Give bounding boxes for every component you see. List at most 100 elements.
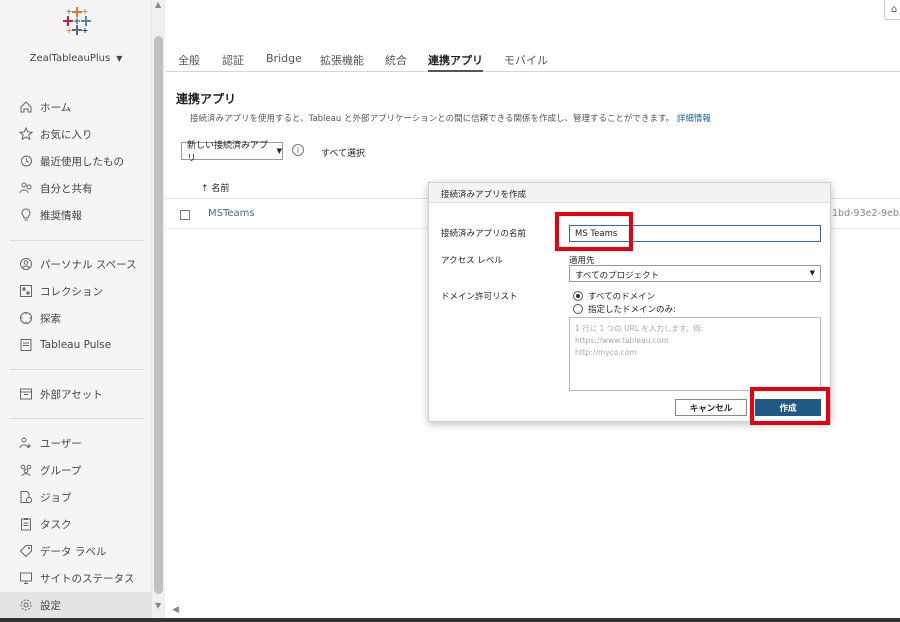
jobs-icon [18, 489, 34, 505]
scrollbar-thumb[interactable] [154, 36, 163, 594]
sidebar-item-label: ホーム [40, 101, 72, 114]
sidebar-item-site-status[interactable]: サイトのステータス [0, 565, 152, 591]
history-icon [18, 153, 34, 169]
window-bottom-edge [0, 618, 900, 622]
row-checkbox[interactable] [180, 210, 190, 220]
radio-specific-domains[interactable] [573, 304, 583, 314]
sidebar-item-groups[interactable]: グループ [0, 457, 152, 483]
scroll-down-icon[interactable]: ▼ [155, 601, 161, 610]
sidebar-item-label: Tableau Pulse [40, 339, 112, 351]
tableau-logo-icon[interactable] [62, 6, 92, 36]
domain-allowlist-label: ドメイン許可リスト [441, 292, 518, 302]
sidebar-item-label: 探索 [40, 312, 61, 325]
person-icon [18, 256, 34, 272]
dialog-title: 接続済みアプリを作成 [429, 183, 830, 203]
lightbulb-icon [18, 207, 34, 223]
settings-tabs: 全般 認証 Bridge 拡張機能 統合 連携アプリ モバイル [166, 52, 900, 72]
sidebar-divider [10, 369, 144, 370]
sidebar-item-settings[interactable]: 設定 [0, 592, 152, 618]
sidebar-item-explore[interactable]: 探索 [0, 305, 152, 331]
database-icon [18, 386, 34, 402]
users-icon [18, 435, 34, 451]
tab-integrations[interactable]: 統合 [385, 52, 407, 72]
sidebar-item-users[interactable]: ユーザー [0, 430, 152, 456]
shared-users-icon [18, 180, 34, 196]
sidebar-item-home[interactable]: ホーム [0, 94, 152, 120]
applies-to-value: すべてのプロジェクト [575, 271, 660, 281]
chevron-down-icon: ▼ [276, 147, 282, 155]
chevron-down-icon: ▼ [809, 269, 815, 277]
scroll-left-icon[interactable]: ◀ [172, 605, 179, 615]
sidebar: ZealTableauPlus ▼ ホーム お気に入り 最近使用したもの 自分と共… [0, 0, 152, 618]
monitor-icon [18, 570, 34, 586]
sidebar-item-label: ジョブ [40, 491, 72, 504]
highlight-box-create [750, 387, 830, 425]
radio-specific-domains-label: 指定したドメインのみ: [588, 305, 676, 315]
sidebar-divider [10, 418, 144, 419]
name-label: 接続済みアプリの名前 [441, 229, 527, 239]
sidebar-item-data-labels[interactable]: データ ラベル [0, 538, 152, 564]
star-icon [18, 126, 34, 142]
tab-general[interactable]: 全般 [178, 52, 200, 72]
clipboard-icon [18, 516, 34, 532]
applies-to-select[interactable]: すべてのプロジェクト ▼ [569, 265, 821, 282]
column-header-name[interactable]: ↑ 名前 [201, 181, 229, 194]
sidebar-item-label: 推奨情報 [40, 209, 82, 222]
sidebar-item-tasks[interactable]: タスク [0, 511, 152, 537]
highlight-box-name [555, 212, 633, 251]
description-text: 接続済みアプリを使用すると、Tableau と外部アプリケーションとの間に信頼で… [190, 114, 675, 124]
new-app-label: 新しい接続済みアプリ [187, 141, 269, 164]
select-all-button[interactable]: すべて選択 [321, 146, 365, 159]
sidebar-item-pulse[interactable]: Tableau Pulse [0, 332, 152, 358]
domain-urls-textarea[interactable]: 1 行に 1 つの URL を入力します。例: https://www.tabl… [569, 317, 821, 391]
account-icon[interactable]: ⌂ [884, 0, 900, 20]
sidebar-item-label: コレクション [40, 285, 103, 298]
sidebar-divider [10, 240, 144, 241]
sidebar-item-recents[interactable]: 最近使用したもの [0, 148, 152, 174]
row-name-link[interactable]: MSTeams [208, 208, 255, 219]
sidebar-scrollbar[interactable]: ▲ ▼ [152, 0, 165, 618]
sidebar-item-label: パーソナル スペース [40, 258, 137, 271]
chevron-down-icon: ▼ [116, 54, 123, 63]
sidebar-item-personal-space[interactable]: パーソナル スペース [0, 251, 152, 277]
tab-bridge[interactable]: Bridge [266, 52, 302, 72]
site-selector[interactable]: ZealTableauPlus ▼ [0, 53, 152, 64]
tag-icon [18, 543, 34, 559]
new-connected-app-button[interactable]: 新しい接続済みアプリ ▼ [181, 141, 283, 164]
access-level-label: アクセス レベル [441, 256, 503, 266]
sidebar-item-shared[interactable]: 自分と共有 [0, 175, 152, 201]
more-info-link[interactable]: 詳細情報 [677, 114, 711, 124]
sidebar-item-collections[interactable]: コレクション [0, 278, 152, 304]
sidebar-item-label: グループ [40, 464, 82, 477]
sidebar-item-external-assets[interactable]: 外部アセット [0, 381, 152, 407]
sidebar-item-favorites[interactable]: お気に入り [0, 121, 152, 147]
info-icon[interactable]: i [292, 144, 304, 156]
page-title: 連携アプリ [176, 92, 237, 106]
sidebar-item-label: 最近使用したもの [40, 155, 124, 168]
group-icon [18, 462, 34, 478]
sidebar-item-label: ユーザー [40, 437, 82, 450]
tab-mobile[interactable]: モバイル [504, 52, 548, 72]
compass-icon [18, 310, 34, 326]
sidebar-item-label: 設定 [40, 599, 61, 612]
home-icon [18, 99, 34, 115]
sidebar-item-label: 外部アセット [40, 388, 103, 401]
sidebar-item-label: データ ラベル [40, 545, 107, 558]
radio-all-domains-label: すべてのドメイン [588, 292, 656, 302]
pulse-icon [18, 337, 34, 353]
tab-authentication[interactable]: 認証 [222, 52, 244, 72]
scroll-up-icon[interactable]: ▲ [155, 0, 161, 9]
cancel-button[interactable]: キャンセル [675, 399, 747, 416]
row-id: 1bd-93e2-9eb5 [832, 208, 900, 219]
sidebar-item-label: サイトのステータス [40, 572, 135, 585]
radio-all-domains[interactable] [573, 291, 583, 301]
tab-extensions[interactable]: 拡張機能 [320, 52, 364, 72]
site-name: ZealTableauPlus [29, 53, 111, 64]
gear-icon [18, 597, 34, 613]
sidebar-item-jobs[interactable]: ジョブ [0, 484, 152, 510]
collection-icon [18, 283, 34, 299]
sidebar-item-label: タスク [40, 518, 72, 531]
tab-connected-apps[interactable]: 連携アプリ [428, 52, 483, 72]
sidebar-item-label: お気に入り [40, 128, 93, 141]
sidebar-item-recommendations[interactable]: 推奨情報 [0, 202, 152, 228]
